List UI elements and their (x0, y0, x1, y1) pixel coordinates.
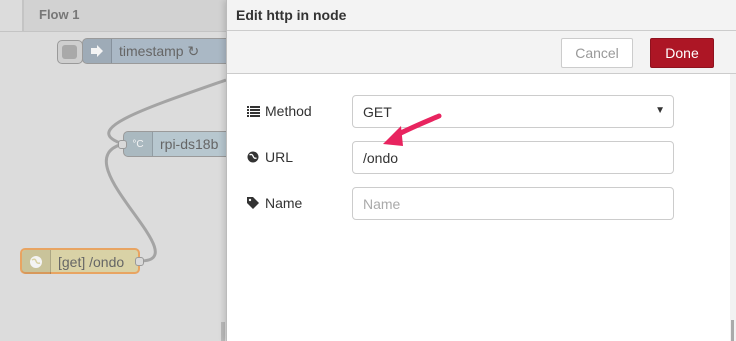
tray-title: Edit http in node (236, 7, 347, 23)
method-label: Method (247, 103, 312, 119)
annotation-arrow-icon (383, 113, 442, 146)
input-port[interactable] (118, 140, 127, 149)
cancel-button[interactable]: Cancel (561, 38, 633, 68)
flow-canvas[interactable]: Flow 1 timestamp ↻ °C rpi-ds18b [get] /o… (0, 0, 226, 341)
tray-toolbar: Cancel Done (227, 31, 736, 74)
tag-icon (247, 197, 263, 209)
arrow-head (383, 126, 403, 146)
url-label-text: URL (265, 149, 294, 165)
url-label: URL (247, 149, 293, 165)
tray-scrollbar-thumb[interactable] (731, 320, 734, 341)
list-icon (247, 105, 263, 117)
name-row: Name Name (247, 187, 717, 221)
method-row: Method GET ▼ (247, 95, 717, 129)
node-label: rpi-ds18b (160, 136, 219, 152)
tray-header: Edit http in node (227, 0, 736, 31)
name-label: Name (247, 195, 302, 211)
inject-button-face (62, 45, 77, 59)
node-rpi-ds18b20[interactable]: °C rpi-ds18b (123, 131, 226, 157)
node-timestamp[interactable]: timestamp ↻ (82, 38, 226, 64)
method-label-text: Method (265, 103, 312, 119)
node-http-in-get-ondo[interactable]: [get] /ondo (20, 248, 140, 274)
tray-scrollbar[interactable] (730, 74, 736, 341)
name-input[interactable]: Name (352, 187, 674, 220)
inject-button[interactable] (57, 40, 83, 64)
edit-tray: Edit http in node Cancel Done Method GET… (226, 0, 736, 341)
globe-icon (22, 250, 51, 274)
thermometer-icon: °C (124, 132, 153, 156)
name-input-placeholder: Name (363, 196, 401, 212)
done-button[interactable]: Done (650, 38, 714, 68)
url-row: URL /ondo (247, 141, 717, 175)
chevron-down-icon: ▼ (655, 105, 665, 116)
output-port[interactable] (135, 257, 144, 266)
globe-icon (247, 151, 263, 163)
arrow-right-icon (83, 39, 112, 63)
wire-get-to-rpi (105, 142, 157, 263)
canvas-scrollbar[interactable] (221, 322, 225, 341)
name-label-text: Name (265, 195, 303, 211)
node-label: [get] /ondo (58, 254, 125, 270)
node-label: timestamp ↻ (119, 43, 200, 59)
